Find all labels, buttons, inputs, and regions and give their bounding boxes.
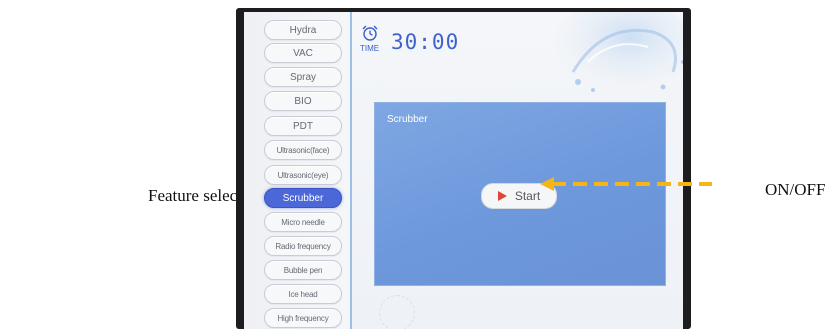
on-off-annotation: ON/OFF bbox=[765, 180, 826, 199]
on-off-arrow bbox=[540, 177, 712, 191]
